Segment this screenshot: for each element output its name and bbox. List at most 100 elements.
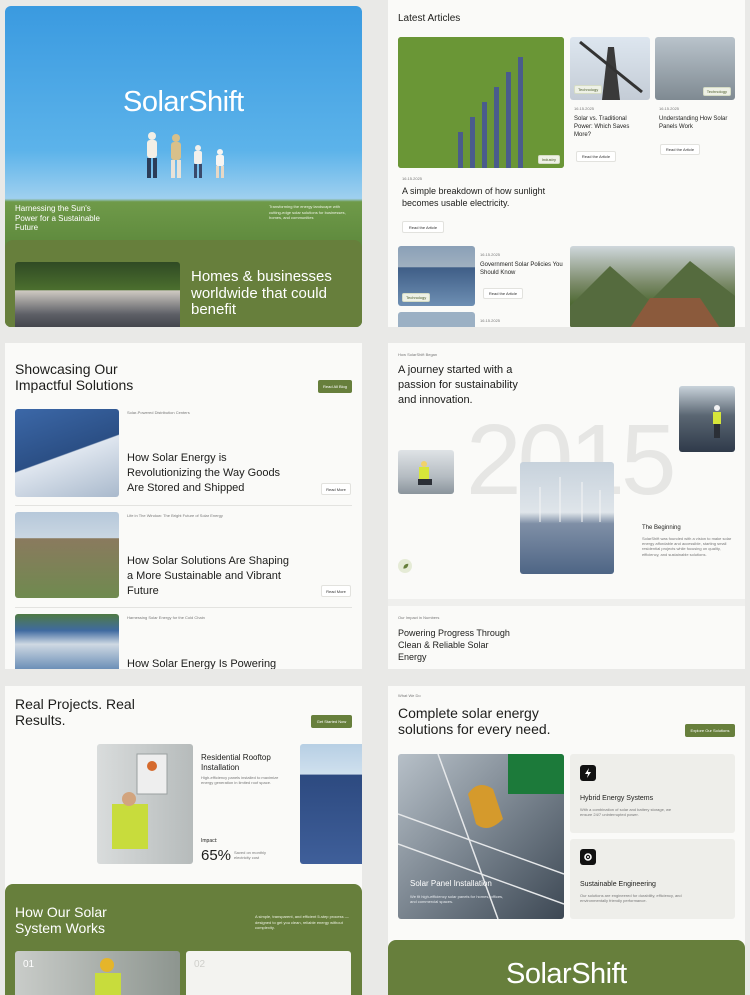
- article1-title: Solar vs. Traditional Power: Which Saves…: [574, 116, 630, 138]
- technician-graphic: [112, 753, 168, 849]
- impact-kicker: Our Impact in Numbers: [398, 615, 440, 620]
- main-article-button[interactable]: Read the Article: [402, 221, 444, 233]
- house-roof-image: [15, 262, 180, 327]
- article1-tag: Technology: [574, 85, 603, 94]
- family-illustration: [147, 132, 224, 178]
- worker-helmet-graphic: [95, 958, 121, 995]
- impact-heading: Powering Progress Through Clean & Reliab…: [398, 628, 510, 663]
- main-article-title: A simple breakdown of how sunlight becom…: [402, 186, 546, 208]
- impact-desc: Saved on monthly electricity cost: [234, 850, 267, 861]
- rooftop-panels-image: [300, 744, 362, 864]
- footer-card: SolarShift: [388, 940, 745, 995]
- journey-kicker: How SolarShift Began: [398, 352, 438, 357]
- gear-icon: [580, 849, 596, 865]
- installation-image: Solar Panel Installation We fit high-eff…: [398, 754, 564, 919]
- project-card-desc: High-efficiency panels installed to maxi…: [201, 775, 279, 786]
- windmill-image: Technology: [570, 37, 650, 100]
- impact-label: Impact:: [201, 838, 218, 844]
- cold-storage-image: [15, 614, 119, 669]
- solar-field-image: Industry: [398, 37, 564, 168]
- solution3-title: How Solar Energy Is Powering: [127, 658, 277, 669]
- article2-title: Understanding How Solar Panels Work: [659, 116, 728, 130]
- article1-button[interactable]: Read the Article: [576, 151, 616, 162]
- projects-heading: Real Projects. Real Results.: [15, 696, 135, 729]
- benefit-card: Homes & businesses worldwide that could …: [5, 240, 362, 327]
- project-card-title: Residential Rooftop Installation: [201, 753, 271, 772]
- main-article-date: 16.15.2025: [402, 176, 423, 181]
- article4-date: 16.15.2025: [480, 318, 501, 323]
- solution3-kicker: Harnessing Solar Energy for the Cold Cha…: [127, 615, 205, 620]
- journey-panel: How SolarShift Began A journey started w…: [388, 343, 745, 669]
- engineer-panels-image: [679, 386, 735, 452]
- get-started-button[interactable]: Get Started Now: [311, 715, 352, 728]
- article2-button[interactable]: Read the Article: [660, 144, 700, 155]
- step2-number: 02: [194, 959, 206, 970]
- articles-heading: Latest Articles: [398, 13, 461, 24]
- solutions-heading: Showcasing Our Impactful Solutions: [15, 361, 134, 394]
- mountain-graphic: [570, 261, 735, 327]
- solution1-kicker: Solar-Powered Distribution Centers: [127, 410, 190, 415]
- read-all-blog-button[interactable]: Read All Blog: [318, 380, 352, 393]
- divider: [15, 505, 352, 506]
- bolt-icon: [580, 765, 596, 781]
- step1-card: 01: [15, 951, 180, 995]
- roof-worker-image: Technology: [655, 37, 735, 100]
- whatwedo-heading: Complete solar energy solutions for ever…: [398, 705, 551, 738]
- hero-tagline: Harnessing the Sun's Power for a Sustain…: [15, 204, 100, 233]
- hybrid-desc: With a combination of solar and battery …: [580, 807, 672, 818]
- projects-panel: Real Projects. Real Results. Get Started…: [5, 686, 362, 995]
- beginning-title: The Beginning: [642, 525, 681, 531]
- hybrid-card: Hybrid Energy Systems With a combination…: [570, 754, 735, 833]
- article3-tag: Technology: [402, 293, 431, 302]
- install-title: Solar Panel Installation: [410, 879, 492, 888]
- solution1-title: How Solar Energy is Revolutionizing the …: [127, 452, 281, 494]
- engineering-card: Sustainable Engineering Our solutions ar…: [570, 839, 735, 919]
- turbine-graphic: [539, 477, 601, 522]
- solution1-button[interactable]: Read More: [321, 483, 351, 495]
- article3-title: Government Solar Policies You Should Kno…: [480, 262, 563, 276]
- engineering-desc: Our solutions are engineered for durabil…: [580, 893, 682, 904]
- main-article-tag: Industry: [537, 155, 560, 164]
- journey-divider: [388, 599, 745, 606]
- benefit-text: Homes & businesses worldwide that could …: [191, 268, 332, 318]
- footer-brand: SolarShift: [506, 958, 627, 990]
- solution2-title: How Solar Solutions Are Shaping a More S…: [127, 555, 290, 597]
- whatwedo-panel: What We Do Complete solar energy solutio…: [388, 686, 745, 995]
- journey-heading: A journey started with a passion for sus…: [398, 364, 518, 406]
- how-desc: A simple, transparent, and efficient 5-s…: [255, 914, 349, 931]
- solution2-kicker: Life in The Window: The Bright Future of…: [127, 513, 223, 518]
- engineer-figure: [713, 405, 721, 438]
- article1-date: 16.15.2025: [574, 106, 595, 111]
- explore-solutions-button[interactable]: Explore Our Solutions: [685, 724, 735, 737]
- how-heading: How Our Solar System Works: [15, 904, 107, 937]
- divider: [15, 607, 352, 608]
- turbine-field-image: [520, 462, 614, 574]
- hero-brand: SolarShift: [123, 86, 244, 118]
- articles-panel: Latest Articles Industry 16.15.2025 A si…: [388, 0, 745, 327]
- solution2-button[interactable]: Read More: [321, 585, 351, 597]
- inverter-install-image: [97, 744, 193, 864]
- whatwedo-kicker: What We Do: [398, 693, 421, 698]
- impact-value: 65%: [201, 847, 232, 864]
- solutions-panel: Showcasing Our Impactful Solutions Read …: [5, 343, 362, 669]
- install-desc: We fit high-efficiency solar panels for …: [410, 894, 504, 905]
- step2-card: 02: [186, 951, 351, 995]
- solar-rows-graphic: [398, 37, 564, 168]
- article3-date: 16.15.2025: [480, 252, 501, 257]
- hero-panel: SolarShift Harnessing the Sun's Power fo…: [5, 6, 362, 327]
- article3-button[interactable]: Read the Article: [483, 288, 523, 299]
- mountain-house-image: [570, 246, 735, 327]
- hero-description: Transforming the energy landscape with c…: [269, 204, 346, 221]
- container-image: [15, 409, 119, 497]
- article2-tag: Technology: [702, 87, 731, 96]
- hybrid-title: Hybrid Energy Systems: [580, 795, 654, 802]
- panel-rows-image: Technology: [398, 246, 475, 306]
- worker-figure: [418, 461, 432, 485]
- article2-date: 16.15.2025: [659, 106, 680, 111]
- leaf-icon: [398, 559, 412, 573]
- article4-image: [398, 312, 475, 327]
- engineering-title: Sustainable Engineering: [580, 881, 656, 888]
- worker-image: [398, 450, 454, 494]
- scaffold-building-image: [15, 512, 119, 598]
- beginning-text: SolarShift was founded with a vision to …: [642, 536, 732, 557]
